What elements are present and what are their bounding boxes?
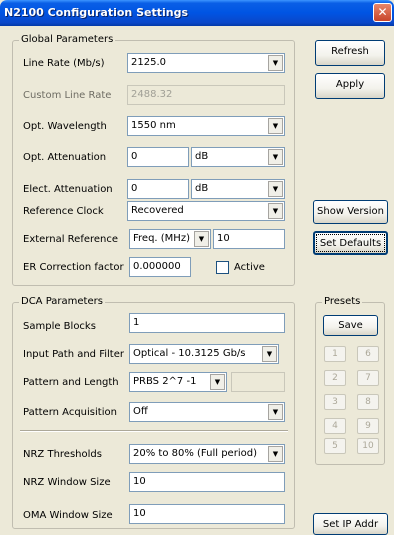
- preset-9-label: 9: [365, 421, 371, 431]
- active-checkbox[interactable]: [216, 261, 229, 274]
- preset-10-label: 10: [362, 441, 374, 451]
- pattern-acquisition-label: Pattern Acquisition: [23, 407, 117, 418]
- line-rate-value: 2125.0: [131, 57, 166, 68]
- refresh-button[interactable]: Refresh: [315, 40, 385, 66]
- chevron-down-icon[interactable]: ▼: [268, 118, 283, 134]
- chevron-down-icon[interactable]: ▼: [268, 181, 283, 197]
- set-ip-address-button[interactable]: Set IP Addr: [313, 513, 388, 535]
- active-label: Active: [234, 262, 265, 273]
- preset-1-label: 1: [332, 349, 338, 359]
- preset-7-label: 7: [365, 373, 371, 383]
- nrz-thresholds-value: 20% to 80% (Full period): [133, 448, 257, 459]
- save-button-label: Save: [338, 320, 363, 331]
- opt-attenuation-unit-value: dB: [195, 151, 209, 162]
- preset-8-label: 8: [365, 397, 371, 407]
- opt-attenuation-input[interactable]: 0: [127, 147, 189, 167]
- external-reference-label: External Reference: [23, 234, 119, 245]
- set-defaults-button-label: Set Defaults: [319, 238, 382, 249]
- input-path-select[interactable]: Optical - 10.3125 Gb/s ▼: [129, 344, 279, 364]
- chevron-down-icon[interactable]: ▼: [268, 203, 283, 219]
- opt-attenuation-label: Opt. Attenuation: [23, 152, 107, 163]
- chevron-down-icon[interactable]: ▼: [262, 346, 277, 362]
- dca-separator: [20, 430, 288, 432]
- opt-wavelength-label: Opt. Wavelength: [23, 121, 107, 132]
- pattern-length-value: PRBS 2^7 -1: [133, 376, 197, 387]
- line-rate-select[interactable]: 2125.0 ▼: [127, 53, 285, 73]
- preset-4-button: 4: [324, 418, 346, 434]
- chevron-down-icon[interactable]: ▼: [268, 446, 283, 462]
- opt-attenuation-unit-select[interactable]: dB ▼: [191, 147, 285, 167]
- elect-attenuation-input[interactable]: 0: [127, 179, 189, 199]
- preset-10-button: 10: [357, 438, 379, 454]
- chevron-down-icon[interactable]: ▼: [268, 149, 283, 165]
- show-version-button-label: Show Version: [317, 206, 384, 217]
- set-ip-address-button-label: Set IP Addr: [322, 519, 379, 530]
- external-reference-input[interactable]: 10: [213, 229, 285, 249]
- show-version-button[interactable]: Show Version: [313, 200, 388, 224]
- nrz-window-label: NRZ Window Size: [23, 477, 111, 488]
- chevron-down-icon[interactable]: ▼: [210, 374, 225, 390]
- preset-4-label: 4: [332, 421, 338, 431]
- pattern-length-select[interactable]: PRBS 2^7 -1 ▼: [129, 372, 227, 392]
- custom-line-rate-label: Custom Line Rate: [23, 90, 112, 101]
- preset-8-button: 8: [357, 394, 379, 410]
- er-correction-label: ER Correction factor: [23, 262, 124, 273]
- reference-clock-select[interactable]: Recovered ▼: [127, 201, 285, 221]
- presets-legend: Presets: [322, 296, 363, 307]
- pattern-acquisition-select[interactable]: Off ▼: [129, 402, 285, 422]
- refresh-button-label: Refresh: [331, 46, 369, 57]
- apply-button-label: Apply: [335, 79, 365, 90]
- global-parameters-legend: Global Parameters: [19, 34, 116, 45]
- sample-blocks-label: Sample Blocks: [23, 321, 96, 332]
- title-bar[interactable]: N2100 Configuration Settings ✕: [0, 0, 394, 26]
- sample-blocks-input[interactable]: 1: [129, 313, 285, 333]
- elect-attenuation-unit-value: dB: [195, 183, 209, 194]
- nrz-thresholds-label: NRZ Thresholds: [23, 449, 102, 460]
- save-button[interactable]: Save: [323, 315, 378, 336]
- preset-3-label: 3: [332, 397, 338, 407]
- opt-wavelength-select[interactable]: 1550 nm ▼: [127, 116, 285, 136]
- input-path-label: Input Path and Filter: [23, 349, 124, 360]
- elect-attenuation-unit-select[interactable]: dB ▼: [191, 179, 285, 199]
- oma-window-input[interactable]: 10: [129, 504, 285, 524]
- chevron-down-icon[interactable]: ▼: [268, 404, 283, 420]
- preset-6-label: 6: [365, 349, 371, 359]
- pattern-length-extra-input: [231, 372, 285, 392]
- custom-line-rate-input: 2488.32: [127, 85, 285, 105]
- window-title: N2100 Configuration Settings: [4, 6, 188, 19]
- preset-5-label: 5: [332, 441, 338, 451]
- preset-2-label: 2: [332, 373, 338, 383]
- preset-3-button: 3: [324, 394, 346, 410]
- input-path-value: Optical - 10.3125 Gb/s: [133, 348, 246, 359]
- er-correction-input[interactable]: 0.000000: [129, 257, 191, 277]
- preset-7-button: 7: [357, 370, 379, 386]
- external-reference-mode-select[interactable]: Freq. (MHz) ▼: [129, 229, 211, 249]
- chevron-down-icon[interactable]: ▼: [268, 55, 283, 71]
- pattern-length-label: Pattern and Length: [23, 377, 119, 388]
- preset-9-button: 9: [357, 418, 379, 434]
- nrz-thresholds-select[interactable]: 20% to 80% (Full period) ▼: [129, 444, 285, 464]
- opt-wavelength-value: 1550 nm: [131, 120, 176, 131]
- reference-clock-label: Reference Clock: [23, 206, 104, 217]
- apply-button[interactable]: Apply: [315, 73, 385, 99]
- preset-1-button: 1: [324, 346, 346, 362]
- pattern-acquisition-value: Off: [133, 406, 148, 417]
- close-icon[interactable]: ✕: [373, 3, 392, 22]
- reference-clock-value: Recovered: [131, 205, 184, 216]
- line-rate-label: Line Rate (Mb/s): [23, 58, 105, 69]
- set-defaults-button[interactable]: Set Defaults: [313, 231, 388, 255]
- elect-attenuation-label: Elect. Attenuation: [23, 184, 113, 195]
- dca-parameters-legend: DCA Parameters: [19, 296, 105, 307]
- external-reference-mode-value: Freq. (MHz): [133, 233, 190, 244]
- oma-window-label: OMA Window Size: [23, 510, 113, 521]
- preset-2-button: 2: [324, 370, 346, 386]
- chevron-down-icon[interactable]: ▼: [194, 231, 209, 247]
- preset-5-button: 5: [324, 438, 346, 454]
- preset-6-button: 6: [357, 346, 379, 362]
- nrz-window-input[interactable]: 10: [129, 472, 285, 492]
